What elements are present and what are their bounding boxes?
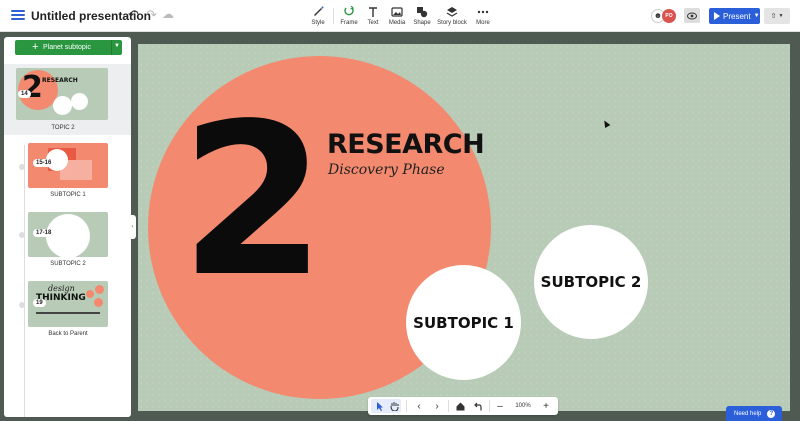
sidebar-item-label: SUBTOPIC 1 — [50, 192, 86, 198]
frame-icon — [342, 6, 356, 18]
slide-number-badge: 15-16 — [33, 159, 55, 167]
canvas-navigation-toolbar: ‹ › – 100% + — [368, 397, 558, 415]
sidebar-item-label: Back to Parent — [48, 331, 88, 337]
sidebar: + Planet subtopic ▼ 2 RESEARCH 14 TOPIC … — [4, 37, 131, 417]
sidebar-item-label: SUBTOPIC 2 — [50, 261, 86, 267]
chevron-down-icon[interactable]: ▼ — [114, 43, 120, 49]
slide-number-badge: 17-18 — [33, 229, 55, 237]
add-subtopic-button[interactable]: + Planet subtopic ▼ — [15, 40, 122, 55]
tool-label: Text — [367, 20, 379, 26]
slide-number-badge: 19 — [33, 299, 46, 307]
undo-icon[interactable]: ↶ — [128, 7, 139, 23]
tree-node-dot — [19, 232, 25, 238]
thumb-subcircle — [53, 96, 72, 115]
tool-label: Frame — [340, 20, 358, 26]
more-icon — [476, 6, 490, 18]
cloud-sync-icon: ☁ — [162, 7, 174, 21]
subtopic-2-label: SUBTOPIC 2 — [540, 273, 642, 291]
subtopic-1-label: SUBTOPIC 1 — [413, 313, 514, 332]
tool-label: Style — [311, 20, 325, 26]
tool-story-block[interactable]: Story block — [437, 6, 467, 26]
home-icon[interactable] — [454, 397, 466, 415]
chevron-down-icon[interactable]: ▼ — [754, 13, 760, 19]
tool-label: Media — [388, 20, 406, 26]
thumb-dot — [95, 285, 104, 294]
add-subtopic-label: Planet subtopic — [43, 44, 91, 51]
play-icon — [714, 12, 720, 20]
zoom-in-icon[interactable]: + — [540, 397, 552, 415]
tool-label: More — [476, 20, 490, 26]
thumb-subcircle — [71, 93, 88, 110]
tree-rail — [24, 145, 25, 417]
button-divider — [111, 40, 112, 55]
eye-icon — [687, 12, 697, 19]
zoom-level[interactable]: 100% — [511, 397, 535, 415]
subtopic-2-circle[interactable]: SUBTOPIC 2 — [534, 225, 648, 339]
chevron-down-icon: ▼ — [778, 13, 784, 19]
share-icon: ⇧ — [770, 13, 777, 20]
topic-number: 2 — [180, 78, 326, 323]
toolbar-divider — [406, 400, 407, 412]
thumb-title: RESEARCH — [42, 77, 78, 84]
tool-style[interactable]: Style — [303, 6, 333, 26]
need-help-label: Need help — [734, 410, 762, 417]
previous-icon[interactable]: ‹ — [413, 397, 425, 415]
sidebar-item-label: TOPIC 2 — [51, 125, 75, 131]
collapse-sidebar-handle[interactable]: ‹ — [129, 215, 136, 239]
style-icon — [311, 6, 325, 18]
tool-more[interactable]: More — [468, 6, 498, 26]
presentation-canvas[interactable]: 2 RESEARCH Discovery Phase SUBTOPIC 1 SU… — [138, 44, 790, 411]
next-icon[interactable]: › — [431, 397, 443, 415]
tree-node-dot — [19, 302, 25, 308]
redo-icon[interactable]: ↷ — [146, 7, 157, 23]
shape-icon — [415, 6, 429, 18]
menu-icon[interactable] — [11, 9, 25, 21]
tool-label: Shape — [413, 20, 431, 26]
present-button[interactable]: Present ▼ — [709, 8, 760, 24]
media-icon — [390, 6, 404, 18]
plus-icon: + — [32, 41, 39, 53]
thumb-dot — [94, 298, 103, 307]
collaborators[interactable]: ☻ PO — [651, 9, 677, 23]
topic-subtitle[interactable]: Discovery Phase — [328, 162, 445, 178]
thumb-rule — [36, 312, 100, 314]
avatar[interactable]: PO — [662, 9, 676, 23]
thumb-text: design — [48, 284, 75, 293]
tool-shape[interactable]: Shape — [407, 6, 437, 26]
topic-title[interactable]: RESEARCH — [327, 129, 485, 160]
slide-number-badge: 14 — [18, 90, 31, 98]
thumb-dot — [86, 290, 94, 298]
preview-button[interactable] — [684, 8, 700, 23]
mouse-cursor-icon — [601, 118, 611, 129]
hand-tool-icon[interactable] — [388, 397, 400, 415]
zoom-out-icon[interactable]: – — [495, 397, 505, 415]
share-button[interactable]: ⇧ ▼ — [764, 8, 790, 24]
tool-label: Story block — [437, 20, 467, 26]
toolbar-divider — [448, 400, 449, 412]
back-to-parent-icon[interactable] — [472, 397, 484, 415]
toolbar-divider — [489, 400, 490, 412]
subtopic-1-circle[interactable]: SUBTOPIC 1 — [406, 265, 521, 380]
chevron-left-icon: ‹ — [131, 224, 134, 230]
thumb-number: 2 — [22, 70, 43, 105]
select-tool-icon[interactable] — [374, 397, 386, 415]
story-block-icon — [445, 6, 459, 18]
top-bar: Untitled presentation ↶ ↷ ☁ Style Frame … — [0, 0, 800, 32]
need-help-button[interactable]: Need help ? — [726, 406, 782, 421]
present-label: Present — [723, 11, 751, 21]
text-icon — [366, 6, 380, 18]
tree-node-dot — [19, 164, 25, 170]
question-icon: ? — [767, 409, 776, 418]
